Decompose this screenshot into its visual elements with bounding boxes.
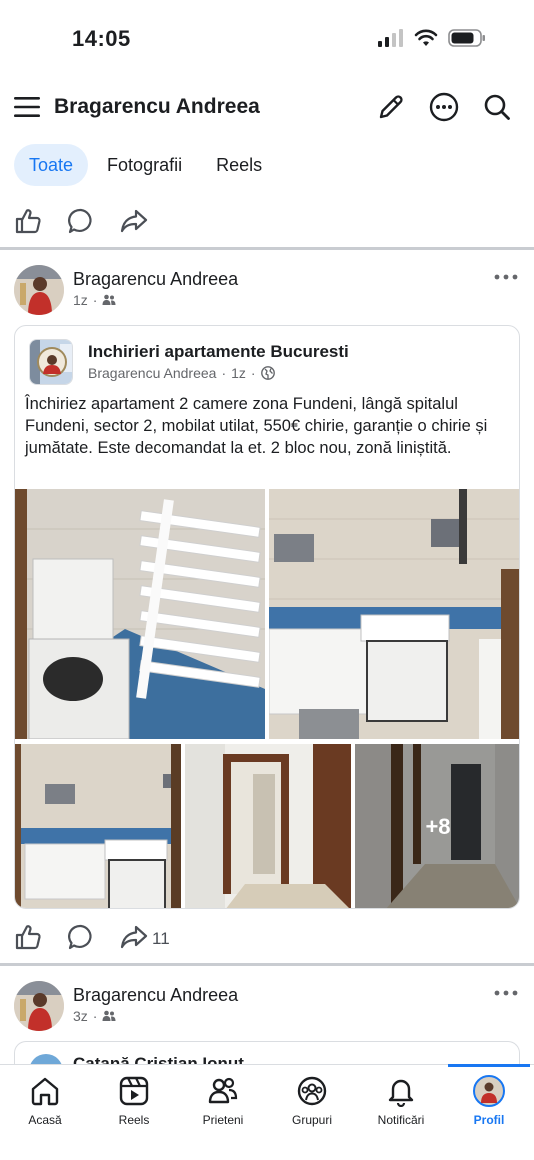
post-photo-4[interactable] (185, 744, 351, 908)
comment-icon[interactable] (67, 207, 95, 235)
battery-icon (448, 29, 485, 47)
status-time: 14:05 (72, 26, 131, 51)
like-icon[interactable] (14, 207, 42, 235)
page-title: Bragarencu Andreea (54, 95, 260, 118)
home-icon (31, 1077, 59, 1106)
nav-label: Acasă (28, 1113, 62, 1127)
pencil-icon (379, 95, 403, 119)
shared-post-meta: Bragarencu Andreea · 1z · (88, 365, 275, 381)
search-icon (484, 94, 510, 120)
post-text: Închiriez apartament 2 camere zona Funde… (25, 395, 488, 457)
post-author[interactable]: Bragarencu Andreea (73, 985, 238, 1006)
bottom-nav: Acasă Reels Prieteni Grupuri Notificări … (0, 1064, 534, 1160)
shared-post-time: 1z (231, 365, 246, 381)
tab-all[interactable]: Toate (14, 144, 89, 186)
nav-notifications[interactable]: Notificări (356, 1075, 446, 1127)
search-button[interactable] (480, 90, 514, 124)
post-header: Bragarencu Andreea 1z · (0, 263, 534, 323)
share-icon[interactable] (120, 207, 148, 235)
comment-icon[interactable] (67, 923, 95, 951)
friends-icon (102, 294, 116, 305)
hamburger-icon (14, 97, 40, 117)
shared-post-card[interactable]: Inchirieri apartamente Bucuresti Bragare… (14, 325, 520, 909)
post-photo-1[interactable] (15, 489, 265, 739)
bell-icon (388, 1079, 414, 1107)
share-icon[interactable] (120, 923, 148, 951)
post-time: 3z (73, 1008, 88, 1024)
share-count: 11 (152, 929, 170, 948)
nav-home[interactable]: Acasă (0, 1075, 90, 1127)
nav-groups[interactable]: Grupuri (267, 1075, 357, 1127)
active-tab-indicator (448, 1064, 530, 1067)
post-photo-5[interactable]: +8 (355, 744, 519, 908)
post-author[interactable]: Bragarencu Andreea (73, 269, 238, 290)
reels-icon (119, 1076, 149, 1106)
post-photo-2[interactable] (269, 489, 519, 739)
group-name[interactable]: Inchirieri apartamente Bucuresti (88, 342, 349, 362)
previous-post-actions (0, 203, 534, 239)
group-avatar[interactable] (29, 339, 73, 385)
more-circle-icon (429, 92, 459, 122)
tab-photos[interactable]: Fotografii (92, 144, 197, 186)
shared-post-author[interactable]: Bragarencu Andreea (88, 365, 216, 381)
nav-profile[interactable]: Profil (444, 1075, 534, 1127)
avatar[interactable] (14, 265, 64, 315)
like-icon[interactable] (14, 923, 42, 951)
wifi-icon (414, 29, 438, 46)
status-bar: 14:05 (0, 0, 534, 80)
post-more-icon[interactable] (494, 988, 518, 998)
profile-avatar (473, 1075, 505, 1107)
nav-label: Notificări (377, 1113, 425, 1127)
nav-reels[interactable]: Reels (89, 1075, 179, 1127)
more-options-button[interactable] (427, 90, 461, 124)
nav-label: Prieteni (202, 1113, 244, 1127)
groups-icon (297, 1076, 327, 1106)
post-time: 1z (73, 292, 88, 308)
post-meta: 3z · (73, 1008, 116, 1024)
more-photos-overlay[interactable]: +8 (355, 744, 519, 908)
profile-header: Bragarencu Andreea (0, 80, 534, 136)
post-more-icon[interactable] (494, 272, 518, 282)
nav-friends[interactable]: Prieteni (178, 1075, 268, 1127)
edit-button[interactable] (374, 90, 408, 124)
post-separator (0, 247, 534, 250)
filter-tabs: Toate Fotografii Reels (14, 144, 277, 186)
friends-icon (102, 1010, 116, 1021)
nav-label: Profil (473, 1113, 505, 1127)
signal-icon (378, 29, 403, 47)
post-separator (0, 963, 534, 966)
post-actions: 11 (0, 919, 534, 955)
avatar[interactable] (14, 981, 64, 1031)
tab-reels[interactable]: Reels (201, 144, 277, 186)
status-icons (378, 29, 486, 47)
post-photo-3[interactable] (15, 744, 181, 908)
post-meta: 1z · (73, 292, 116, 308)
nav-label: Reels (118, 1113, 150, 1127)
nav-label: Grupuri (291, 1113, 332, 1127)
friends-icon (208, 1077, 238, 1104)
post-header: Bragarencu Andreea 3z · (0, 979, 534, 1039)
globe-icon (260, 366, 275, 380)
menu-button[interactable] (14, 94, 40, 120)
